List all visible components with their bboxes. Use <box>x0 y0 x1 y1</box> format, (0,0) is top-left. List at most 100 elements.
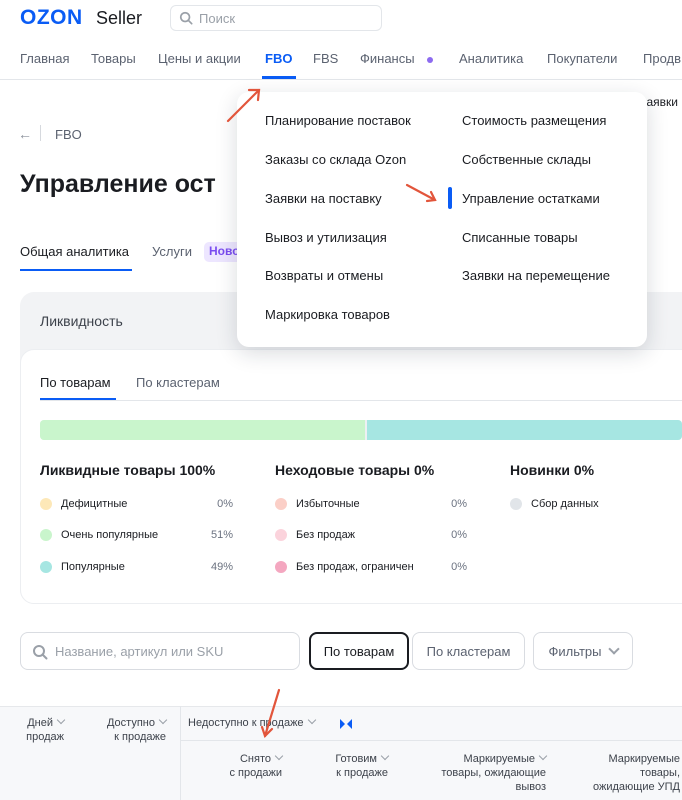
legend-dot <box>275 498 287 510</box>
menu-item-product-marking[interactable]: Маркировка товаров <box>265 307 390 322</box>
legend-value: 0% <box>451 561 467 573</box>
col-removed-from-sale[interactable]: Снято с продажи <box>200 751 284 780</box>
menu-item-ozon-warehouse-orders[interactable]: Заказы со склада Ozon <box>265 152 406 167</box>
col-marked-awaiting-removal[interactable]: Маркируемые товары, ожидающие вывоз <box>420 751 548 794</box>
menu-item-returns-cancellations[interactable]: Возвраты и отмены <box>265 268 383 283</box>
nav-item-home[interactable]: Главная <box>20 51 69 66</box>
chevron-down-icon <box>56 715 66 725</box>
col-available[interactable]: Доступно к продаже <box>94 715 168 744</box>
liquidity-title: Ликвидность <box>40 313 123 329</box>
expand-columns-icon[interactable] <box>340 719 352 729</box>
legend-dot <box>40 529 52 541</box>
nav-item-prices[interactable]: Цены и акции <box>158 51 241 66</box>
menu-item-supply-planning[interactable]: Планирование поставок <box>265 113 411 128</box>
col-unavailable-label: Недоступно к продаже <box>188 717 304 729</box>
liquidity-bar-segment <box>40 420 365 440</box>
legend-value: 0% <box>217 498 233 510</box>
top-bar: OZON Seller Поиск <box>0 0 682 36</box>
legend-dot <box>510 498 522 510</box>
search-icon <box>33 645 48 660</box>
nav-item-products[interactable]: Товары <box>91 51 136 66</box>
menu-item-stock-management[interactable]: Управление остатками <box>462 191 600 206</box>
col-available-line-1: Доступно <box>106 717 155 729</box>
col-marked-line-1: Маркируемые <box>463 753 535 765</box>
menu-item-removal-disposal[interactable]: Вывоз и утилизация <box>265 230 387 245</box>
col-marked-line-3: вывоз <box>515 781 546 793</box>
col-marked-upd-line-1: Маркируемые <box>608 753 680 765</box>
col-unavailable[interactable]: Недоступно к продаже <box>188 715 316 730</box>
menu-item-written-off-goods[interactable]: Списанные товары <box>462 230 578 245</box>
col-marked-awaiting-upd[interactable]: Маркируемые товары, ожидающие УПД <box>580 752 680 794</box>
menu-item-storage-cost[interactable]: Стоимость размещения <box>462 113 606 128</box>
legend-value: 49% <box>210 561 233 573</box>
ozon-logo[interactable]: OZON <box>20 6 83 30</box>
legend-label: Очень популярные <box>61 529 159 541</box>
nav-item-customers[interactable]: Покупатели <box>547 51 617 66</box>
back-arrow-icon[interactable]: ← <box>18 126 32 142</box>
nav-item-fbo[interactable]: FBO <box>265 51 292 66</box>
liquidity-bar-segment <box>367 420 682 440</box>
col-removed-line-1: Снято <box>239 753 271 765</box>
main-nav: Главная Товары Цены и акции FBO FBS Фина… <box>0 44 682 80</box>
search-icon <box>179 11 193 25</box>
subtab-by-products[interactable]: По товарам <box>40 375 111 390</box>
group-title-new: Новинки 0% <box>510 462 595 478</box>
nav-item-finance[interactable]: Финансы <box>360 51 415 66</box>
nav-item-fbs[interactable]: FBS <box>313 51 338 66</box>
legend-label: Без продаж <box>296 529 356 541</box>
filters-label: Фильтры <box>548 644 602 659</box>
chevron-down-icon <box>158 715 168 725</box>
nav-item-analytics[interactable]: Аналитика <box>459 51 523 66</box>
product-search-input[interactable]: Название, артикул или SKU <box>20 632 300 670</box>
legend-label: Дефицитные <box>61 498 128 510</box>
col-available-line-2: к продаже <box>114 731 166 743</box>
nav-item-promotion[interactable]: Продв <box>643 51 681 66</box>
col-removed-line-2: с продажи <box>229 767 282 779</box>
menu-active-marker <box>448 187 452 209</box>
header-divider-horizontal <box>181 740 682 741</box>
chevron-down-icon <box>607 643 620 655</box>
seller-label: Seller <box>96 8 143 28</box>
chevron-down-icon <box>380 751 390 761</box>
legend-label: Популярные <box>61 561 125 573</box>
breadcrumb-fbo[interactable]: FBO <box>55 127 82 142</box>
header-divider-vertical <box>180 706 181 800</box>
menu-item-transfer-requests[interactable]: Заявки на перемещение <box>462 268 610 283</box>
by-clusters-button[interactable]: По кластерам <box>412 632 525 670</box>
col-days-line-2: продаж <box>26 731 64 743</box>
col-preparing-line-1: Готовим <box>335 753 377 765</box>
hidden-link-text: заявки н <box>641 95 682 109</box>
legend-dot <box>40 561 52 573</box>
menu-item-supply-requests[interactable]: Заявки на поставку <box>265 191 382 206</box>
legend-label: Без продаж, ограничен <box>296 561 414 573</box>
page-title: Управление ост <box>20 170 216 198</box>
chevron-down-icon <box>274 751 284 761</box>
col-preparing-line-2: к продаже <box>336 767 388 779</box>
legend-value: 51% <box>210 529 233 541</box>
global-search-input[interactable]: Поиск <box>170 5 382 31</box>
group-title-slow-moving: Неходовые товары 0% <box>275 462 435 478</box>
col-marked-upd-line-3: ожидающие УПД <box>593 781 680 793</box>
legend-dot <box>40 498 52 510</box>
subtab-by-clusters[interactable]: По кластерам <box>136 375 220 390</box>
chevron-down-icon <box>307 715 316 725</box>
legend-dot <box>275 529 287 541</box>
col-preparing-for-sale[interactable]: Готовим к продаже <box>300 751 390 780</box>
legend-label: Избыточные <box>296 498 360 510</box>
tab-general-analytics[interactable]: Общая аналитика <box>20 244 129 259</box>
legend-label: Сбор данных <box>531 498 599 510</box>
tab-active-underline <box>20 269 132 271</box>
legend-value: 0% <box>451 529 467 541</box>
chevron-down-icon <box>538 751 548 761</box>
col-days-of-sales[interactable]: Дней продаж <box>2 715 66 744</box>
legend-dot <box>275 561 287 573</box>
subtab-active-underline <box>40 398 116 400</box>
global-search-placeholder: Поиск <box>199 11 236 26</box>
by-products-button[interactable]: По товарам <box>309 632 409 670</box>
tab-services[interactable]: Услуги <box>152 244 192 259</box>
col-marked-line-2: товары, ожидающие <box>441 767 546 779</box>
legend-value: 0% <box>451 498 467 510</box>
menu-item-own-warehouses[interactable]: Собственные склады <box>462 152 591 167</box>
filters-button[interactable]: Фильтры <box>533 632 633 670</box>
col-days-line-1: Дней <box>27 717 53 729</box>
